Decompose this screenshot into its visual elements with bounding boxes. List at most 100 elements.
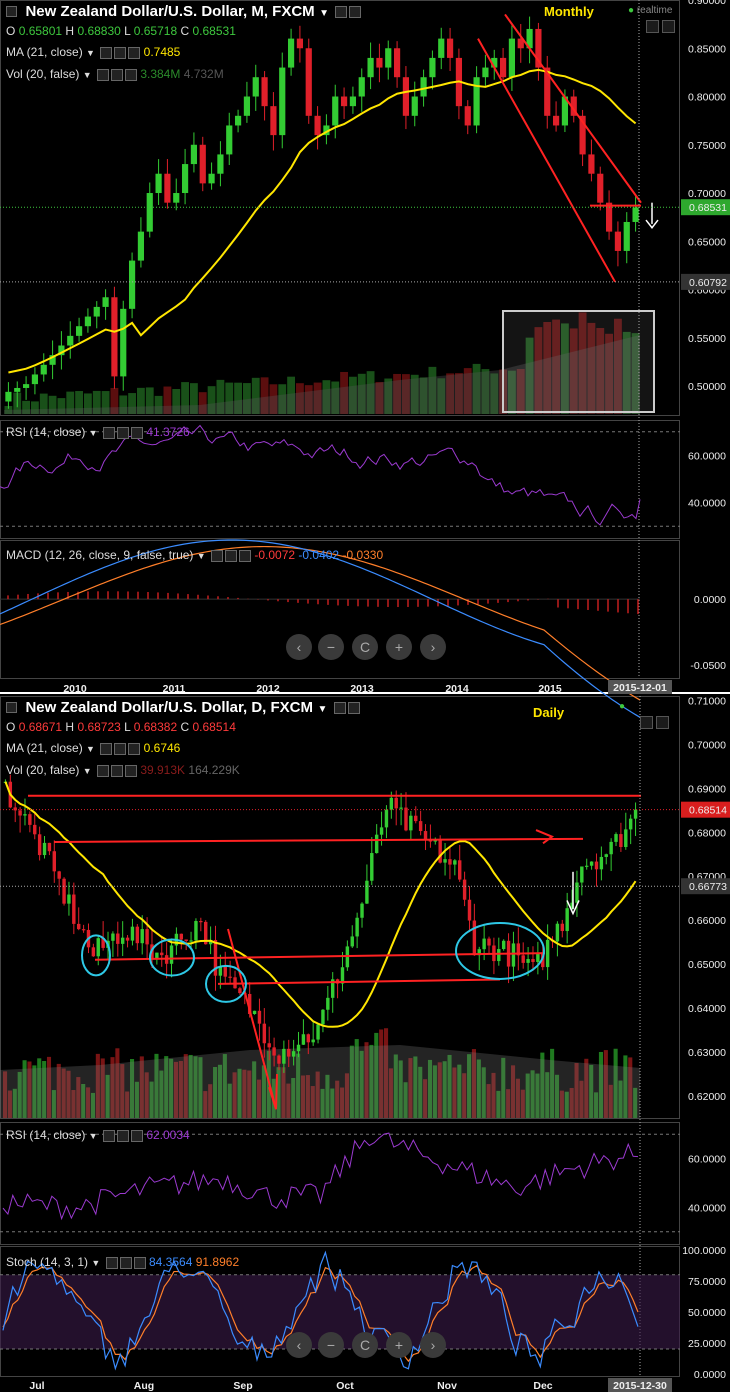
candle-body	[164, 173, 171, 203]
chevron-down-icon[interactable]: ▼	[319, 8, 329, 19]
candle-body	[305, 48, 312, 116]
candle-body	[234, 115, 242, 126]
candle-body	[340, 96, 348, 107]
candle-body	[135, 926, 140, 944]
candle-body	[120, 308, 127, 377]
candle-body	[194, 921, 198, 941]
candle-body	[482, 938, 486, 950]
daily-ma-legend[interactable]: MA (21, close) ▼ 0.6746	[6, 741, 180, 755]
candle-body	[23, 814, 27, 816]
candle-body	[499, 57, 507, 78]
scroll-right-button[interactable]: ›	[420, 634, 446, 660]
candle-body	[370, 853, 374, 881]
candle-body	[332, 96, 339, 126]
gear-icon[interactable]	[349, 5, 362, 18]
ma-value: 0.7485	[143, 45, 181, 59]
monthly-rsi-legend[interactable]: RSI (14, close) ▼ 41.3726	[6, 425, 190, 439]
candle-body	[614, 231, 622, 251]
candle-body	[575, 882, 579, 903]
candle-body	[33, 824, 37, 835]
scroll-left-button[interactable]: ‹	[286, 634, 312, 660]
collapse-icon[interactable]	[6, 6, 17, 18]
price-tick-label: 0.71000	[688, 695, 726, 707]
price-tick-label: 0.62000	[688, 1091, 726, 1103]
settings-icon[interactable]	[335, 5, 348, 18]
candle-body	[116, 933, 120, 944]
zoom-out-button[interactable]: −	[318, 634, 344, 660]
zoom-in-button[interactable]: +	[386, 1332, 412, 1358]
x-axis-label: 2010	[63, 683, 87, 695]
candle-body	[399, 807, 403, 809]
candle-body	[179, 933, 183, 940]
price-tick-label: 0.55000	[688, 333, 726, 345]
ohlc-open: 0.65801	[18, 24, 63, 38]
price-tick-label: 0.50000	[688, 381, 726, 393]
reset-button[interactable]: C	[352, 1332, 378, 1358]
candle-body	[508, 38, 516, 78]
candle-body	[184, 939, 188, 941]
trend-channel-upper	[504, 13, 642, 204]
macd-signal-value: -0.0330	[342, 548, 384, 562]
x-axis-label: Oct	[336, 1380, 354, 1392]
daily-stoch-legend[interactable]: Stoch (14, 3, 1) ▼ 84.3564 91.8962	[6, 1255, 239, 1269]
candle-body	[467, 899, 472, 921]
candle-body	[169, 945, 174, 964]
gear-icon[interactable]	[347, 701, 360, 714]
candle-body	[487, 938, 491, 946]
ohlc-high: 0.68723	[77, 720, 121, 734]
candle-body	[40, 364, 47, 375]
candle-body	[277, 1055, 281, 1064]
monthly-symbol-title[interactable]: New Zealand Dollar/U.S. Dollar, M, FXCM	[25, 3, 314, 20]
scroll-down-button[interactable]	[662, 20, 675, 33]
scroll-down-button[interactable]	[656, 716, 669, 729]
candle-body	[418, 821, 423, 832]
stoch-tick-label: 50.0000	[688, 1307, 726, 1319]
price-tick-label: 0.80000	[688, 92, 726, 104]
settings-icon[interactable]	[333, 701, 346, 714]
candle-body	[77, 923, 81, 930]
monthly-header: New Zealand Dollar/U.S. Dollar, M, FXCM …	[6, 3, 362, 21]
monthly-vol-legend[interactable]: Vol (20, false) ▼ 3.384M 4.732M	[6, 67, 224, 81]
price-tick-label: 0.75000	[688, 140, 726, 152]
candle-body	[81, 929, 86, 931]
candle-body	[316, 1024, 320, 1040]
zoom-in-button[interactable]: +	[386, 634, 412, 660]
monthly-ma-legend[interactable]: MA (21, close) ▼ 0.7485	[6, 45, 180, 59]
candle-body	[314, 115, 321, 136]
daily-vol-legend[interactable]: Vol (20, false) ▼ 39.913K 164.229K	[6, 763, 240, 777]
candle-body	[614, 834, 618, 842]
ma-label: MA (21, close)	[6, 741, 83, 755]
candle-body	[448, 859, 452, 865]
price-tick-label: 0.70000	[688, 188, 726, 200]
candle-body	[243, 96, 251, 116]
stoch-d-value: 91.8962	[195, 1255, 240, 1269]
collapse-icon[interactable]	[6, 702, 17, 714]
candle-body	[472, 920, 477, 956]
daily-rsi-legend[interactable]: RSI (14, close) ▼ 62.0034	[6, 1128, 190, 1142]
candle-body	[140, 929, 144, 944]
x-axis-label: 2012	[256, 683, 280, 695]
price-tick-label: 0.66000	[688, 915, 726, 927]
scroll-right-button[interactable]: ›	[420, 1332, 446, 1358]
chart-canvas: 0.90000 0.85000 0.80000 0.75000 0.70000 0.650…	[0, 0, 730, 1392]
chevron-down-icon[interactable]: ▼	[317, 704, 327, 715]
candle-body	[589, 861, 594, 866]
candle-body	[287, 38, 295, 68]
candle-body	[208, 173, 215, 184]
scroll-left-button[interactable]: ‹	[286, 1332, 312, 1358]
scroll-up-button[interactable]	[640, 716, 653, 729]
daily-symbol-title[interactable]: New Zealand Dollar/U.S. Dollar, D, FXCM	[25, 699, 313, 716]
monthly-macd-legend[interactable]: MACD (12, 26, close, 9, false, true) ▼ -…	[6, 548, 383, 562]
candle-body	[155, 173, 162, 194]
candle-body	[155, 952, 159, 959]
scroll-up-button[interactable]	[646, 20, 659, 33]
vol-value: 39.913K	[140, 763, 186, 777]
date-tag: 2015-12-01	[613, 682, 667, 694]
reset-button[interactable]: C	[352, 634, 378, 660]
candle-body	[282, 1048, 286, 1064]
candle-body	[306, 1034, 310, 1043]
rsi-tick-label: 60.0000	[688, 450, 726, 462]
current-price-tag: 0.68531	[689, 202, 727, 214]
vol-value: 3.384M	[140, 67, 181, 81]
zoom-out-button[interactable]: −	[318, 1332, 344, 1358]
